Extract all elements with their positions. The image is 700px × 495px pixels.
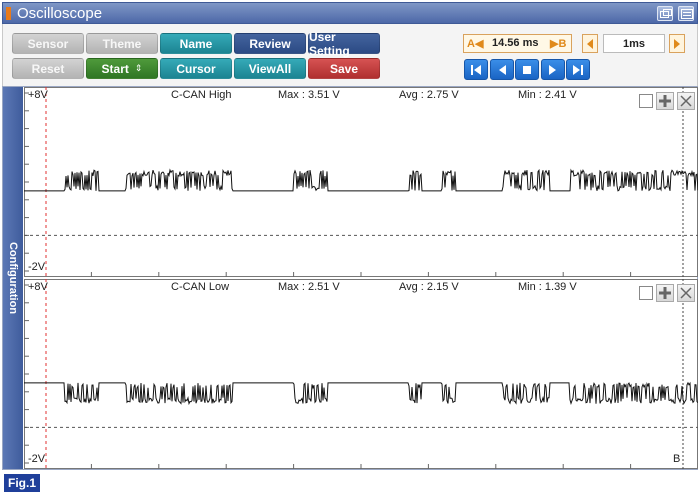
user-setting-button-label: User Setting	[309, 29, 350, 58]
avg-value: Avg : 2.75 V	[399, 89, 459, 101]
max-value: Max : 2.51 V	[278, 281, 340, 293]
cursor-button[interactable]: Cursor	[160, 58, 232, 79]
channel-select-checkbox[interactable]	[639, 94, 653, 108]
menu-icon	[681, 9, 693, 19]
cursor-a-label: A◀	[467, 38, 484, 50]
arrow-left-icon	[587, 39, 593, 49]
step-forward-icon	[548, 65, 556, 75]
cursor-b-marker: B	[673, 453, 681, 465]
viewall-button[interactable]: ViewAll	[234, 58, 306, 79]
skip-to-start-button[interactable]	[464, 59, 488, 80]
cursor-b-label: ▶B	[550, 38, 567, 50]
time-scale-value[interactable]: 1ms	[603, 34, 665, 53]
channel-name: C-CAN Low	[171, 281, 230, 293]
theme-button[interactable]: Theme	[86, 33, 158, 54]
step-forward-button[interactable]	[540, 59, 565, 80]
step-back-button[interactable]	[489, 59, 514, 80]
close-icon	[680, 287, 692, 299]
arrow-right-icon	[674, 39, 680, 49]
stop-icon	[523, 66, 531, 74]
sensor-button[interactable]: Sensor	[12, 33, 84, 54]
spinner-icon: ⇕	[134, 63, 143, 73]
reset-button[interactable]: Reset	[12, 58, 84, 79]
configuration-tab[interactable]: Configuration	[3, 87, 23, 469]
time-scale-decrease-button[interactable]	[582, 34, 598, 53]
plus-icon	[659, 95, 671, 107]
min-value: Min : 2.41 V	[518, 89, 577, 101]
cursor-time-display: A◀ 14.56 ms ▶B	[463, 34, 572, 53]
channel-close-button[interactable]	[677, 92, 695, 110]
user-setting-button[interactable]: User Setting	[308, 30, 380, 58]
save-button-label: Save	[329, 61, 359, 76]
y-max-label: +8V	[28, 281, 48, 293]
step-back-icon	[498, 65, 506, 75]
reset-button-label: Reset	[31, 61, 65, 76]
name-button-label: Name	[179, 36, 213, 51]
title-accent-icon	[6, 7, 11, 20]
skip-to-end-button[interactable]	[566, 59, 590, 80]
close-icon	[680, 95, 692, 107]
restore-icon	[660, 9, 672, 18]
channel-panel-1: +8V C-CAN High Max : 3.51 V Avg : 2.75 V Min…	[24, 87, 698, 277]
scope-display: Configuration +8V C-CAN High Max : 3.51 V A…	[2, 86, 698, 470]
viewall-button-label: ViewAll	[248, 61, 292, 76]
signal-trace	[24, 381, 698, 406]
channel-panel-2: +8V C-CAN Low Max : 2.51 V Avg : 2.15 V Min …	[24, 279, 698, 469]
window-menu-button[interactable]	[678, 6, 694, 21]
channel-add-button[interactable]	[656, 92, 674, 110]
avg-value: Avg : 2.15 V	[399, 281, 459, 293]
time-scale-increase-button[interactable]	[669, 34, 685, 53]
window-title: Oscilloscope	[17, 5, 103, 22]
y-min-label: -2V	[28, 261, 46, 273]
save-button[interactable]: Save	[308, 58, 380, 79]
stop-button[interactable]	[515, 59, 539, 80]
start-button[interactable]: Start ⇕	[86, 58, 158, 79]
y-min-label: -2V	[28, 453, 46, 465]
review-button[interactable]: Review	[234, 33, 306, 54]
oscilloscope-window: Oscilloscope Sensor Theme Name Review User S…	[0, 0, 700, 495]
start-button-label: Start	[101, 61, 129, 76]
waveform-plot[interactable]	[24, 279, 698, 469]
y-max-label: +8V	[28, 89, 48, 101]
signal-trace	[24, 168, 698, 192]
toolbar: Sensor Theme Name Review User Setting Reset S…	[2, 24, 698, 86]
max-value: Max : 3.51 V	[278, 89, 340, 101]
channel-select-checkbox[interactable]	[639, 286, 653, 300]
cursor-time-value: 14.56 ms	[492, 37, 539, 49]
channel-close-button[interactable]	[677, 284, 695, 302]
plus-icon	[659, 287, 671, 299]
window-restore-button[interactable]	[657, 6, 673, 21]
figure-label: Fig.1	[4, 474, 40, 492]
channel-name: C-CAN High	[171, 89, 232, 101]
cursor-button-label: Cursor	[176, 61, 216, 76]
theme-button-label: Theme	[102, 36, 142, 51]
review-button-label: Review	[249, 36, 291, 51]
title-bar: Oscilloscope	[2, 2, 698, 24]
skip-to-start-icon	[471, 65, 481, 75]
name-button[interactable]: Name	[160, 33, 232, 54]
configuration-tab-label: Configuration	[7, 241, 19, 315]
waveform-plot[interactable]	[24, 87, 698, 277]
min-value: Min : 1.39 V	[518, 281, 577, 293]
sensor-button-label: Sensor	[27, 36, 69, 51]
skip-to-end-icon	[573, 65, 583, 75]
channel-add-button[interactable]	[656, 284, 674, 302]
